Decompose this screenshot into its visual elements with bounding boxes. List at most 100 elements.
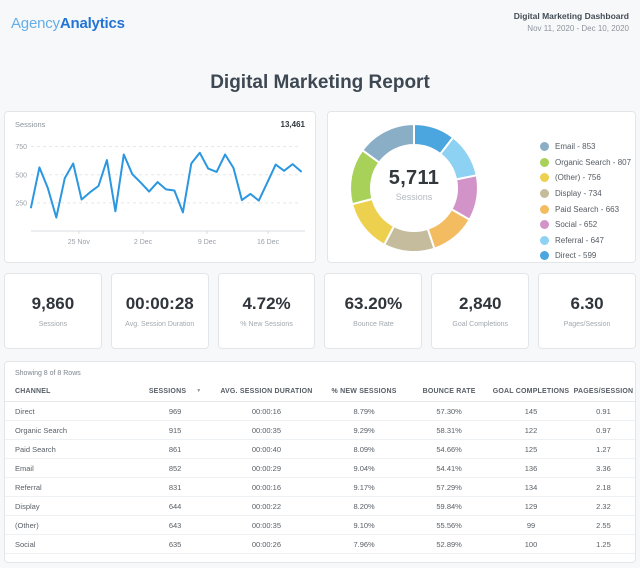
cell-new-sessions: 9.17% <box>320 478 408 497</box>
kpi-row: 9,860Sessions 00:00:28 Avg. Session Durati… <box>0 273 640 349</box>
sort-descending-icon[interactable]: ▼ <box>196 388 201 394</box>
line-chart-header: Sessions 13,461 <box>5 112 315 131</box>
cell-bounce-rate: 57.30% <box>408 402 490 421</box>
column-header-channel[interactable]: CHANNEL <box>5 383 137 402</box>
cell-goal-completions: 125 <box>490 440 572 459</box>
y-axis-tick-label: 750 <box>15 144 27 151</box>
logo-analytics-text: Analytics <box>60 15 125 32</box>
kpi-label: Pages/Session <box>564 321 611 328</box>
kpi-label: Sessions <box>39 321 67 328</box>
legend-item-social: Social - 652 <box>540 217 631 233</box>
cell-goal-completions: 134 <box>490 478 572 497</box>
table-row-display: Display64400:00:228.20%59.84%1292.32 <box>5 497 635 516</box>
cell-goal-completions: 99 <box>490 516 572 535</box>
legend-item-email: Email - 853 <box>540 139 631 155</box>
channel-cell: Email <box>5 459 137 478</box>
kpi-card-bounce-rate: 63.20% Bounce Rate <box>324 273 422 349</box>
dashboard-meta: Digital Marketing Dashboard Nov 11, 2020… <box>514 10 629 36</box>
sessions-line-chart-card: Sessions 13,461 25050075025 Nov2 Dec9 De… <box>4 111 316 263</box>
table-row-organic-search: Organic Search91500:00:359.29%58.31%1220… <box>5 421 635 440</box>
app-header: AgencyAnalytics Digital Marketing Dashbo… <box>0 0 640 46</box>
y-axis-tick-label: 250 <box>15 200 27 207</box>
legend-item-display: Display - 734 <box>540 186 631 202</box>
channels-table-card: Showing 8 of 8 Rows CHANNELSESSIONS▼AVG.… <box>4 361 636 563</box>
legend-dot-display <box>540 189 549 198</box>
table-row-email: Email85200:00:299.04%54.41%1363.36 <box>5 459 635 478</box>
channel-cell: (Other) <box>5 516 137 535</box>
cell-sessions: 831 <box>137 478 213 497</box>
kpi-card-goal-completions: 2,840Goal Completions <box>431 273 529 349</box>
column-header-goal-completions[interactable]: GOAL COMPLETIONS <box>490 383 572 402</box>
x-axis-tick-label: 9 Dec <box>198 239 217 246</box>
table-row-count: Showing 8 of 8 Rows <box>5 362 635 383</box>
cell-bounce-rate: 54.41% <box>408 459 490 478</box>
x-axis-tick-label: 25 Nov <box>68 239 91 246</box>
line-chart-total: 13,461 <box>281 120 305 129</box>
cell-bounce-rate: 52.89% <box>408 535 490 554</box>
kpi-label: Goal Completions <box>452 321 508 328</box>
channel-cell: Paid Search <box>5 440 137 459</box>
agency-analytics-logo[interactable]: AgencyAnalytics <box>11 15 125 32</box>
kpi-value: 00:00:28 <box>126 294 194 314</box>
cell-sessions: 852 <box>137 459 213 478</box>
cell-pages-session: 1.25 <box>572 535 635 554</box>
kpi-card-new-sessions: 4.72% % New Sessions <box>218 273 316 349</box>
cell-pages-session: 2.32 <box>572 497 635 516</box>
table-header-row: CHANNELSESSIONS▼AVG. SESSION DURATION% N… <box>5 383 635 402</box>
channel-cell: Organic Search <box>5 421 137 440</box>
donut-segment-paid-search[interactable] <box>428 209 470 248</box>
legend-dot-email <box>540 142 549 151</box>
table-row-social: Social63500:00:267.96%52.89%1001.25 <box>5 535 635 554</box>
cell-avg-session-duration: 00:00:29 <box>213 459 320 478</box>
column-header-new-sessions[interactable]: % NEW SESSIONS <box>320 383 408 402</box>
kpi-card-pages-session: 6.30Pages/Session <box>538 273 636 349</box>
cell-pages-session: 3.36 <box>572 459 635 478</box>
legend-item-paid-search: Paid Search - 663 <box>540 201 631 217</box>
kpi-label: Bounce Rate <box>353 321 393 328</box>
legend-label: Display - 734 <box>555 189 602 198</box>
table-row-paid-search: Paid Search86100:00:408.09%54.66%1251.27 <box>5 440 635 459</box>
cell-pages-session: 2.55 <box>572 516 635 535</box>
cell-pages-session: 0.91 <box>572 402 635 421</box>
cell-avg-session-duration: 00:00:35 <box>213 421 320 440</box>
kpi-value: 4.72% <box>242 294 290 314</box>
cell-goal-completions: 122 <box>490 421 572 440</box>
cell-new-sessions: 8.20% <box>320 497 408 516</box>
table-row-other: (Other)64300:00:359.10%55.56%992.55 <box>5 516 635 535</box>
donut-segment-email[interactable] <box>362 124 414 163</box>
cell-avg-session-duration: 00:00:16 <box>213 402 320 421</box>
logo-agency-text: Agency <box>11 15 60 32</box>
cell-new-sessions: 8.09% <box>320 440 408 459</box>
donut-segment-other[interactable] <box>352 199 394 245</box>
table-row-referral: Referral83100:00:169.17%57.29%1342.18 <box>5 478 635 497</box>
column-header-bounce-rate[interactable]: BOUNCE RATE <box>408 383 490 402</box>
cell-avg-session-duration: 00:00:26 <box>213 535 320 554</box>
cell-sessions: 635 <box>137 535 213 554</box>
cell-sessions: 643 <box>137 516 213 535</box>
cell-goal-completions: 100 <box>490 535 572 554</box>
column-header-sessions[interactable]: SESSIONS▼ <box>137 383 213 402</box>
table-row-direct: Direct96900:00:168.79%57.30%1450.91 <box>5 402 635 421</box>
cell-bounce-rate: 59.84% <box>408 497 490 516</box>
cell-avg-session-duration: 00:00:16 <box>213 478 320 497</box>
legend-dot-social <box>540 220 549 229</box>
channels-donut-chart[interactable] <box>328 112 508 262</box>
sessions-line-series[interactable] <box>31 153 301 218</box>
cell-avg-session-duration: 00:00:40 <box>213 440 320 459</box>
column-header-pages-session[interactable]: PAGES/SESSION <box>572 383 635 402</box>
legend-item-direct: Direct - 599 <box>540 248 631 264</box>
kpi-value: 63.20% <box>345 294 403 314</box>
cell-sessions: 915 <box>137 421 213 440</box>
donut-legend: Email - 853Organic Search - 807(Other) -… <box>540 139 631 264</box>
kpi-label: Avg. Session Duration <box>125 321 194 328</box>
cell-sessions: 644 <box>137 497 213 516</box>
kpi-label: % New Sessions <box>240 321 293 328</box>
cell-pages-session: 1.27 <box>572 440 635 459</box>
sessions-line-chart[interactable]: 25050075025 Nov2 Dec9 Dec16 Dec <box>5 131 315 249</box>
column-header-avg-session-duration[interactable]: AVG. SESSION DURATION <box>213 383 320 402</box>
channels-donut-card: 5,711 Sessions Email - 853Organic Search… <box>327 111 636 263</box>
line-chart-title: Sessions <box>15 120 45 129</box>
cell-new-sessions: 9.10% <box>320 516 408 535</box>
kpi-card-sessions: 9,860Sessions <box>4 273 102 349</box>
legend-label: Referral - 647 <box>555 236 604 245</box>
